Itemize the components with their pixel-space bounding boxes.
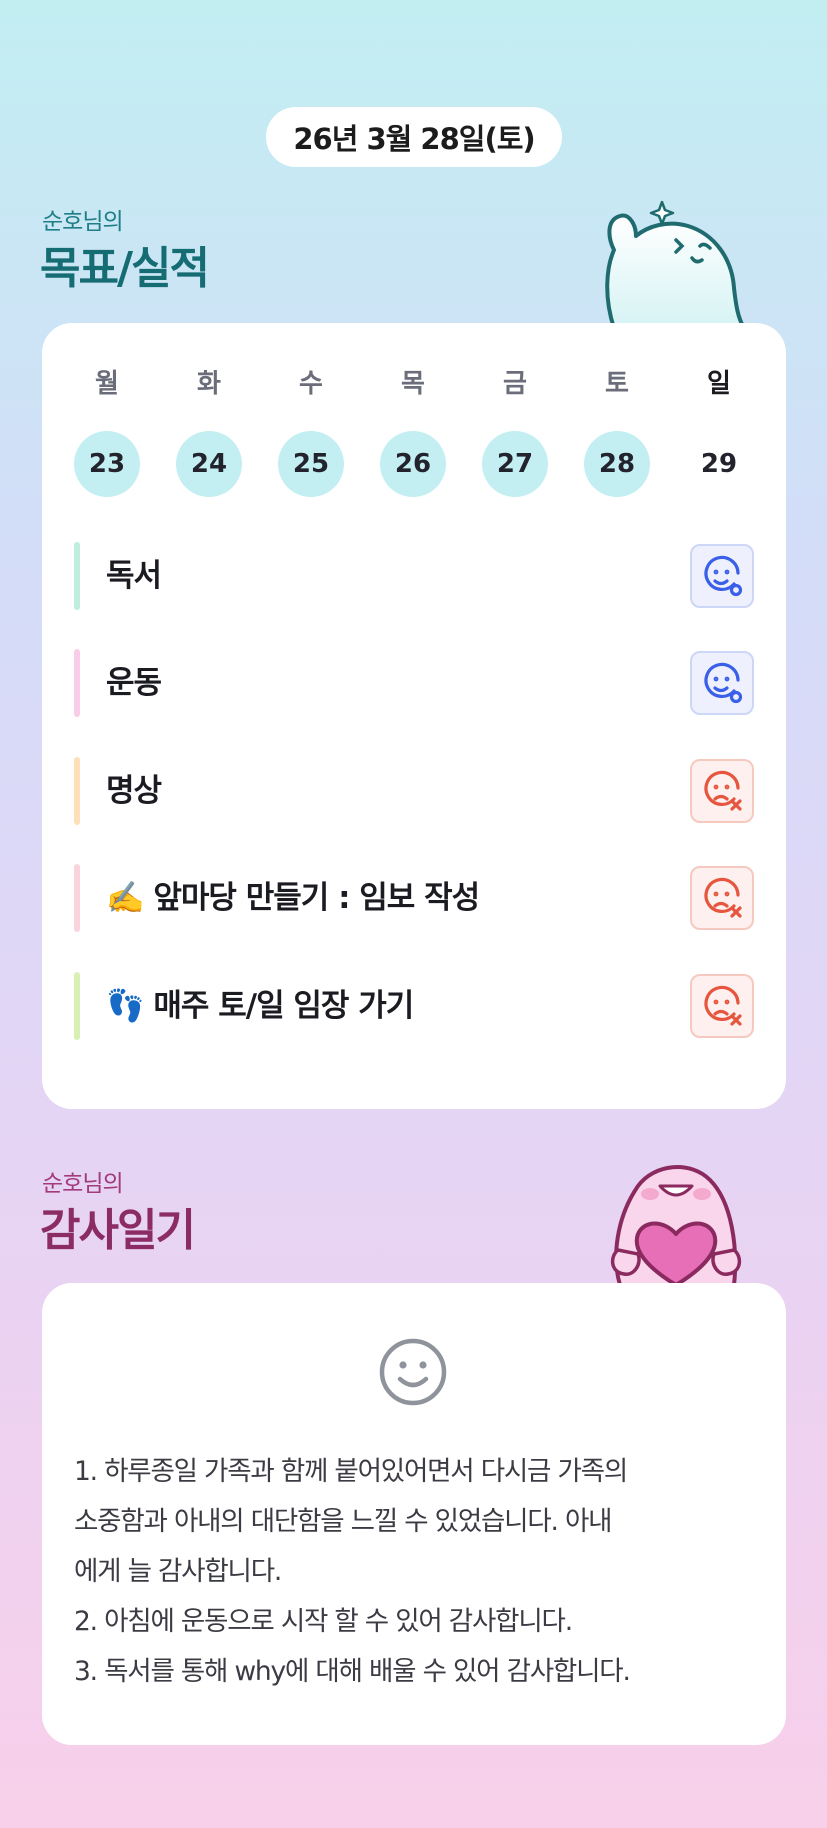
date-chip[interactable]: 28	[584, 431, 650, 497]
journal-line: 1. 하루종일 가족과 함께 붙어있어면서 다시금 가족의	[74, 1456, 628, 1487]
goals-card: 월 화 수 목 금 토 일 23 24 25 26 27 28 29 독서 운동…	[42, 323, 786, 1109]
date-chip[interactable]: 24	[176, 431, 242, 497]
journal-line: 3. 독서를 통해 why에 대해 배울 수 있어 감사합니다.	[74, 1656, 631, 1687]
weekday-label: 금	[503, 369, 527, 399]
goal-status-button[interactable]	[690, 759, 754, 823]
goal-label: 독서	[106, 558, 162, 594]
thanks-card: 1. 하루종일 가족과 함께 붙어있어면서 다시금 가족의 소중함과 아내의 대…	[42, 1283, 786, 1745]
heart-mascot-illustration	[610, 1165, 742, 1285]
date-chip[interactable]: 29	[686, 431, 752, 497]
smile-check-icon	[704, 555, 743, 597]
goal-label: 운동	[106, 665, 162, 701]
goal-status-button[interactable]	[690, 974, 754, 1038]
goal-row[interactable]: 👣 매주 토/일 임장 가기	[74, 972, 754, 1040]
weekday-label: 목	[401, 369, 425, 399]
weekday-label: 토	[605, 369, 629, 399]
goal-color-bar	[74, 757, 80, 825]
weekday-label: 화	[197, 369, 221, 399]
weekday-label: 일	[707, 369, 731, 399]
goal-row[interactable]: 명상	[74, 757, 754, 825]
goal-row[interactable]: 운동	[74, 649, 754, 717]
smile-check-icon	[704, 662, 743, 704]
week-date-row: 23 24 25 26 27 28 29	[74, 431, 752, 497]
date-pill: 26년 3월 28일(토)	[266, 107, 562, 167]
goal-color-bar	[74, 542, 80, 610]
sad-x-icon	[704, 985, 742, 1026]
gratitude-journal-text: 1. 하루종일 가족과 함께 붙어있어면서 다시금 가족의 소중함과 아내의 대…	[74, 1447, 764, 1697]
weekday-header: 월 화 수 목 금 토 일	[74, 363, 752, 400]
date-chip[interactable]: 23	[74, 431, 140, 497]
date-chip[interactable]: 27	[482, 431, 548, 497]
thanks-owner-label: 순호님의	[42, 1171, 124, 1197]
goal-status-button[interactable]	[690, 544, 754, 608]
goal-status-button[interactable]	[690, 866, 754, 930]
goal-row[interactable]: ✍️ 앞마당 만들기 : 임보 작성	[74, 864, 754, 932]
goal-label: ✍️ 앞마당 만들기 : 임보 작성	[106, 880, 480, 916]
thanks-section-title: 감사일기	[40, 1205, 196, 1256]
goals-owner-label: 순호님의	[42, 209, 124, 235]
sad-x-icon	[704, 770, 742, 811]
date-chip[interactable]: 26	[380, 431, 446, 497]
goal-label: 명상	[106, 773, 162, 809]
smile-face-icon	[379, 1338, 447, 1406]
journal-line: 소중함과 아내의 대단함을 느낄 수 있었습니다. 아내	[74, 1506, 613, 1537]
goal-status-button[interactable]	[690, 651, 754, 715]
sad-x-icon	[704, 877, 742, 918]
journal-line: 에게 늘 감사합니다.	[74, 1556, 282, 1587]
goal-color-bar	[74, 649, 80, 717]
waving-mascot-illustration	[605, 200, 746, 328]
weekday-label: 수	[299, 369, 323, 399]
goal-color-bar	[74, 864, 80, 932]
goal-row[interactable]: 독서	[74, 542, 754, 610]
goals-section-title: 목표/실적	[40, 243, 210, 294]
date-chip[interactable]: 25	[278, 431, 344, 497]
goal-color-bar	[74, 972, 80, 1040]
weekday-label: 월	[95, 369, 119, 399]
goal-label: 👣 매주 토/일 임장 가기	[106, 988, 414, 1024]
journal-line: 2. 아침에 운동으로 시작 할 수 있어 감사합니다.	[74, 1606, 573, 1637]
